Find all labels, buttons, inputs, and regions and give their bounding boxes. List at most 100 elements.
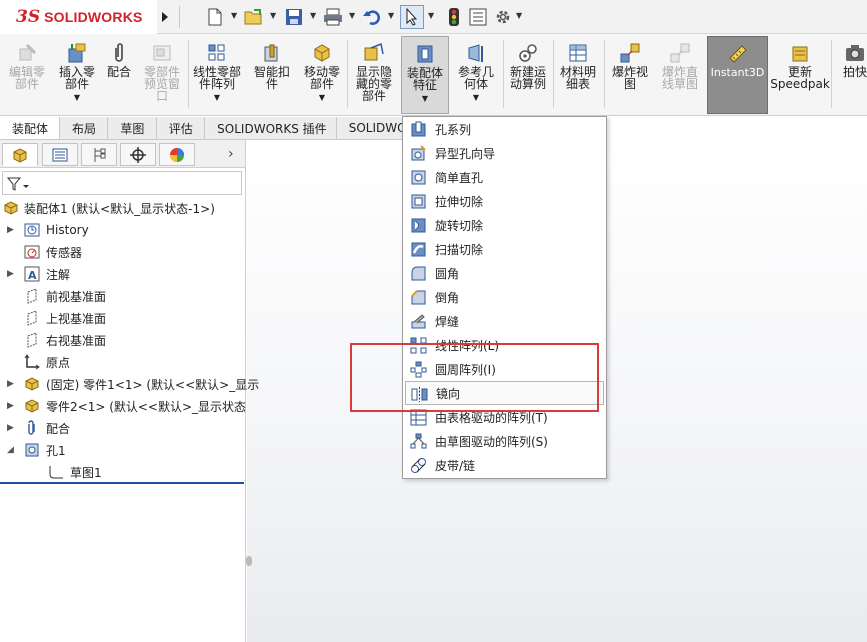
expand-arrow-icon[interactable]: ▶ — [7, 401, 17, 411]
configuration-manager-tab[interactable] — [81, 143, 117, 166]
tab-solidworks-more[interactable]: SOLIDWO — [337, 117, 405, 139]
tree-item-sketch1[interactable]: 草图1 — [0, 461, 246, 483]
select-icon[interactable] — [400, 5, 424, 29]
panel-tabs: › — [0, 140, 245, 168]
menu-item-extruded-cut[interactable]: 拉伸切除 — [403, 189, 606, 213]
mate-button[interactable]: 配合 — [102, 36, 136, 114]
edit-component-button[interactable]: 编辑零 部件 — [3, 36, 51, 114]
swept-cut-icon — [411, 242, 426, 257]
tree-item-assembly[interactable]: 装配体1 (默认<默认_显示状态-1>) — [0, 197, 246, 219]
component-preview-button[interactable]: 零部件 预览窗 口 — [138, 36, 186, 114]
file-properties-icon[interactable] — [468, 7, 488, 27]
bill-of-materials-button[interactable]: 材料明 细表 — [555, 36, 601, 114]
feature-manager-tab[interactable] — [2, 143, 38, 166]
rebuild-icon[interactable] — [444, 7, 464, 27]
explode-line-sketch-button[interactable]: 爆炸直 线草图 — [656, 36, 704, 114]
plane-icon — [24, 310, 40, 326]
menu-item-belt-chain[interactable]: 皮带/链 — [403, 453, 606, 477]
edit-component-icon — [16, 42, 38, 64]
chamfer-icon — [411, 290, 426, 305]
instant3d-toggle[interactable]: Instant3D — [707, 36, 768, 114]
tree-item-history[interactable]: ▶ History — [0, 219, 246, 241]
linear-pattern-icon — [206, 42, 228, 64]
command-manager-tabs: 装配体 布局 草图 评估 SOLIDWORKS 插件 SOLIDWO — [0, 117, 405, 140]
move-component-button[interactable]: 移动零 部件 ▼ — [298, 36, 346, 114]
tree-item-mates[interactable]: ▶ 配合 — [0, 417, 246, 439]
assembly-features-dropdown: 孔系列 异型孔向导 简单直孔 拉伸切除 旋转切除 扫描切除 圆角 倒角 焊缝 线… — [402, 116, 607, 479]
take-snapshot-button[interactable]: 拍快 — [835, 36, 867, 114]
menu-item-weld-bead[interactable]: 焊缝 — [403, 309, 606, 333]
menu-item-chamfer[interactable]: 倒角 — [403, 285, 606, 309]
expand-arrow-icon[interactable]: ▶ — [7, 269, 17, 279]
open-icon[interactable] — [244, 7, 264, 27]
hole-wizard-icon — [411, 145, 426, 161]
undo-icon[interactable] — [362, 7, 382, 27]
panel-resize-handle[interactable] — [246, 556, 252, 566]
bom-table-icon — [567, 42, 589, 64]
feature-tree: 装配体1 (默认<默认_显示状态-1>) ▶ History 传感器 ▶ A 注… — [0, 197, 259, 483]
options-icon[interactable] — [493, 7, 513, 27]
appearance-ball-icon — [170, 147, 184, 162]
instant3d-icon — [727, 43, 749, 65]
tree-item-origin[interactable]: 原点 — [0, 351, 246, 373]
panel-scroll-right-icon[interactable]: › — [228, 146, 234, 162]
tab-assembly[interactable]: 装配体 — [0, 117, 61, 139]
tab-layout[interactable]: 布局 — [60, 117, 109, 139]
expand-arrow-icon[interactable]: ▶ — [7, 225, 17, 235]
tree-item-top-plane[interactable]: 上视基准面 — [0, 307, 246, 329]
show-hidden-components-button[interactable]: 显示隐 藏的零 部件 — [350, 36, 398, 114]
expand-arrow-icon[interactable]: ▶ — [7, 423, 17, 433]
sensor-icon — [24, 244, 40, 260]
dimxpert-manager-tab[interactable] — [120, 143, 156, 166]
svg-text:A: A — [28, 269, 37, 282]
new-document-icon[interactable] — [205, 7, 225, 27]
extruded-cut-icon — [411, 194, 426, 209]
sketch-driven-pattern-icon — [410, 433, 427, 449]
tree-item-right-plane[interactable]: 右视基准面 — [0, 329, 246, 351]
part-icon — [24, 398, 40, 414]
solidworks-logo: 3S SOLIDWORKS — [0, 0, 157, 34]
tab-solidworks-addins[interactable]: SOLIDWORKS 插件 — [205, 117, 337, 139]
expand-arrow-icon[interactable]: ▶ — [7, 379, 17, 389]
rollback-bar[interactable] — [0, 482, 244, 484]
display-manager-tab[interactable] — [159, 143, 195, 166]
crosshair-icon — [130, 146, 146, 163]
ds-logo-mark: 3S — [16, 7, 41, 27]
tab-evaluate[interactable]: 评估 — [157, 117, 206, 139]
tree-item-part1[interactable]: ▶ (固定) 零件1<1> (默认<<默认>_显示 — [0, 373, 259, 395]
highlight-annotation-box — [350, 343, 599, 412]
save-icon[interactable] — [284, 7, 304, 27]
menu-item-hole-series[interactable]: 孔系列 — [403, 117, 606, 141]
property-manager-icon — [52, 148, 68, 161]
menu-item-swept-cut[interactable]: 扫描切除 — [403, 237, 606, 261]
tree-item-sensors[interactable]: 传感器 — [0, 241, 246, 263]
property-manager-tab[interactable] — [42, 143, 78, 166]
assembly-features-button[interactable]: 装配体 特征 ▼ — [401, 36, 449, 114]
command-manager-ribbon: 编辑零 部件 插入零 部件 ▼ 配合 零部件 预览窗 口 线性零部 件阵列 ▼ … — [0, 34, 867, 116]
update-speedpak-button[interactable]: 更新 Speedpak — [770, 36, 830, 114]
assembly-icon — [3, 200, 19, 216]
tree-item-annotations[interactable]: ▶ A 注解 — [0, 263, 246, 285]
menu-item-simple-hole[interactable]: 简单直孔 — [403, 165, 606, 189]
expand-menu-icon[interactable] — [158, 7, 172, 27]
exploded-view-button[interactable]: 爆炸视 图 — [606, 36, 654, 114]
print-icon[interactable] — [323, 7, 343, 27]
tree-item-hole1[interactable]: ◢ 孔1 — [0, 439, 246, 461]
collapse-arrow-icon[interactable]: ◢ — [7, 445, 17, 455]
smart-fasteners-button[interactable]: 智能扣 件 — [248, 36, 296, 114]
reference-geometry-button[interactable]: 参考几 何体 ▼ — [452, 36, 500, 114]
plane-icon — [24, 332, 40, 348]
menu-item-fillet[interactable]: 圆角 — [403, 261, 606, 285]
new-motion-study-button[interactable]: 新建运 动算例 — [505, 36, 551, 114]
smart-fastener-icon — [261, 42, 283, 64]
tab-sketch[interactable]: 草图 — [108, 117, 157, 139]
menu-item-revolved-cut[interactable]: 旋转切除 — [403, 213, 606, 237]
weld-bead-icon — [411, 314, 426, 329]
filter-bar[interactable] — [2, 171, 242, 195]
insert-components-button[interactable]: 插入零 部件 ▼ — [53, 36, 101, 114]
menu-item-hole-wizard[interactable]: 异型孔向导 — [403, 141, 606, 165]
tree-item-part2[interactable]: ▶ 零件2<1> (默认<<默认>_显示状态 — [0, 395, 246, 417]
tree-item-front-plane[interactable]: 前视基准面 — [0, 285, 246, 307]
linear-component-pattern-button[interactable]: 线性零部 件阵列 ▼ — [190, 36, 244, 114]
menu-item-sketch-driven-pattern[interactable]: 由草图驱动的阵列(S) — [403, 429, 606, 453]
